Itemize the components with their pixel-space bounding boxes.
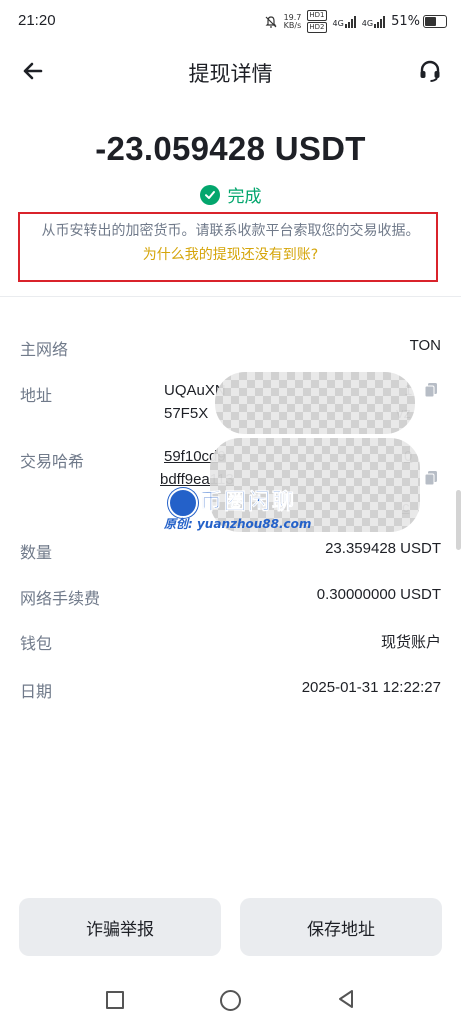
withdraw-amount: -23.059428 USDT [95, 130, 366, 167]
copy-txid-icon[interactable] [424, 470, 438, 486]
copy-address-icon[interactable] [424, 382, 438, 398]
status-bar: 21:20 19.7 KB/s HD1 HD2 4G 4G 51% [0, 0, 461, 40]
address-label: 地址 [20, 386, 53, 405]
hd2-badge: HD2 [307, 22, 327, 33]
redaction-mosaic [215, 372, 415, 434]
date-value: 2025-01-31 12:22:27 [301, 679, 441, 696]
headset-icon[interactable] [417, 58, 443, 84]
txid-label: 交易哈希 [20, 452, 85, 471]
watermark-sub: 原创: yuanzhou88.com [164, 517, 312, 531]
divider [0, 296, 461, 297]
status-row: 完成 [0, 182, 461, 207]
speed-unit: KB/s [283, 20, 302, 30]
network-speed: 19.7 KB/s [283, 13, 302, 30]
net1-label: 4G [332, 18, 344, 28]
signal-1: 4G [332, 15, 356, 28]
system-nav-bar [0, 975, 461, 1024]
network-label: 主网络 [20, 340, 69, 359]
date-label: 日期 [20, 682, 53, 701]
header: 提现详情 [0, 40, 461, 102]
battery-indicator: 51% [391, 14, 447, 29]
check-circle-icon [199, 184, 220, 205]
notice-text: 从币安转出的加密货币。请联系收款平台索取您的交易收据。 [41, 223, 420, 239]
mute-bell-icon [265, 15, 277, 28]
quantity-value: 23.359428 USDT [325, 540, 441, 557]
fee-value: 0.30000000 USDT [316, 586, 441, 603]
watermark-main: 币圈闲聊 [200, 490, 297, 516]
hd1-badge: HD1 [307, 10, 327, 21]
save-address-button[interactable]: 保存地址 [240, 898, 442, 956]
clock: 21:20 [18, 12, 56, 29]
hd-badges: HD1 HD2 [307, 10, 327, 33]
scrollbar[interactable] [456, 490, 461, 550]
quantity-label: 数量 [20, 543, 53, 562]
battery-icon [423, 15, 447, 28]
signal-bars-icon [344, 15, 356, 28]
wallet-value: 现货账户 [380, 634, 441, 651]
address-line-2: 57F5X [164, 405, 209, 422]
network-value: TON [409, 337, 441, 354]
watermark: 币圈闲聊 原创: yuanzhou88.com [160, 482, 370, 534]
net2-label: 4G [361, 18, 374, 28]
signal-bars-icon [374, 15, 386, 28]
status-icons: 19.7 KB/s HD1 HD2 4G 4G 51% [264, 10, 447, 33]
why-not-arrived-link[interactable]: 为什么我的提现还没有到账? [0, 244, 461, 264]
home-icon[interactable] [220, 990, 241, 1011]
watermark-logo-icon [168, 488, 198, 518]
page-title: 提现详情 [188, 62, 273, 86]
nav-back-icon[interactable] [337, 989, 355, 1009]
fee-label: 网络手续费 [20, 589, 101, 608]
signal-2: 4G [361, 15, 386, 28]
recents-icon[interactable] [106, 991, 124, 1009]
status-label: 完成 [227, 187, 262, 207]
report-fraud-button[interactable]: 诈骗举报 [19, 898, 221, 956]
battery-percent: 51% [391, 14, 420, 29]
wallet-label: 钱包 [20, 634, 53, 653]
